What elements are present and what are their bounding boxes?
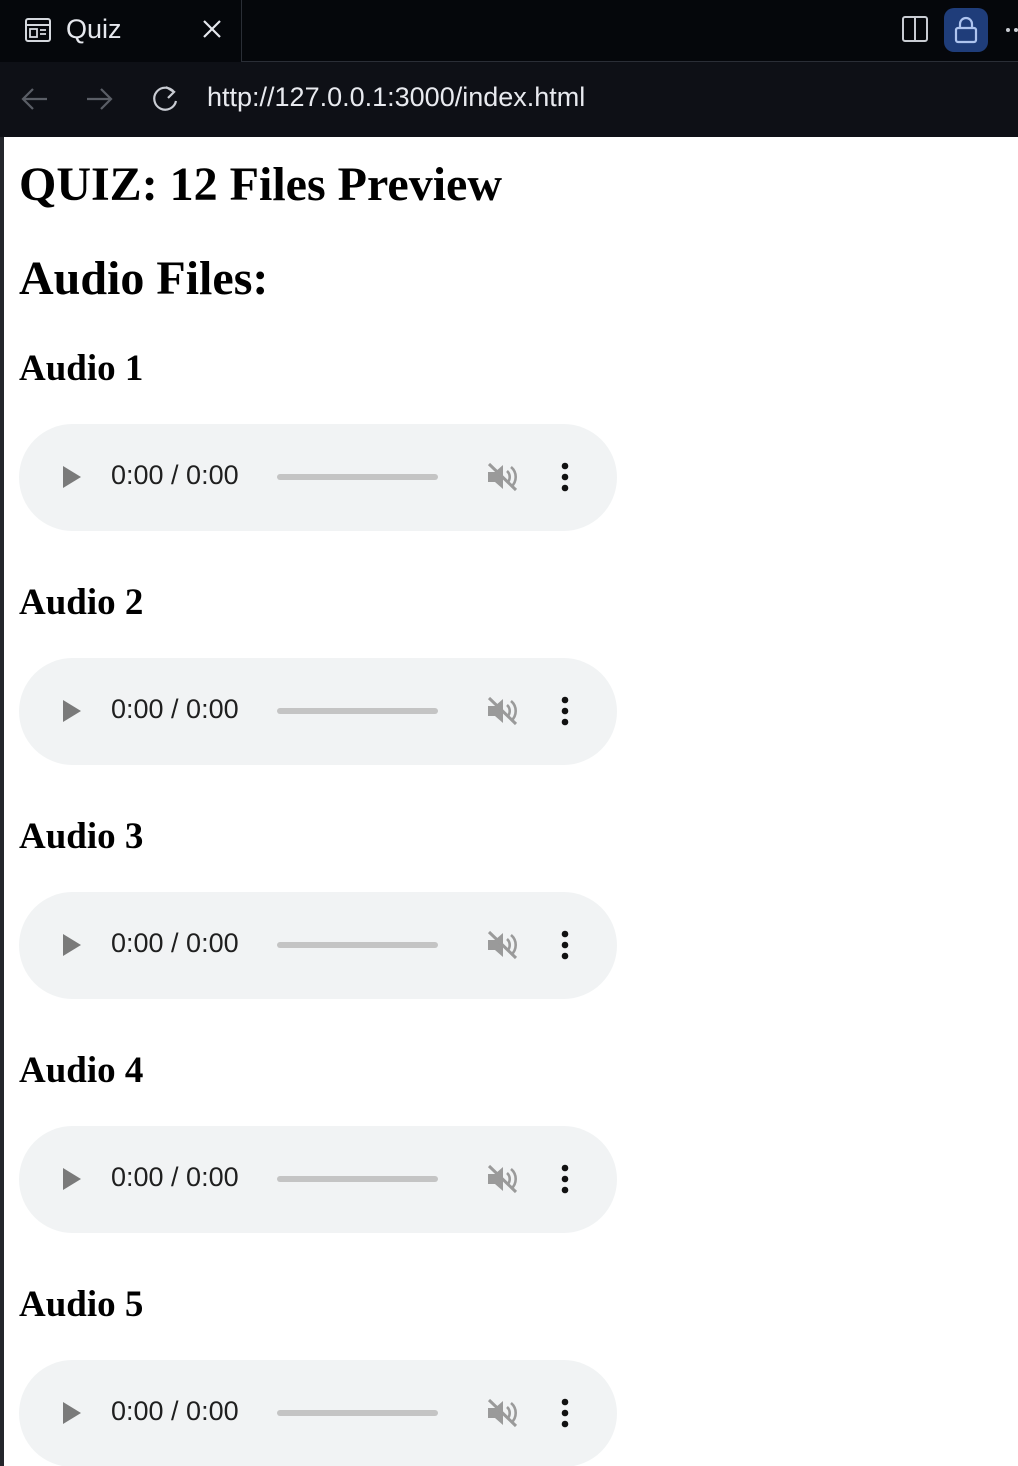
audio-player[interactable]: 0:00 / 0:00 <box>19 424 617 531</box>
lock-icon <box>954 16 978 44</box>
seek-bar[interactable] <box>277 942 438 948</box>
arrow-left-icon[interactable] <box>18 82 52 116</box>
arrow-right-icon[interactable] <box>82 82 116 116</box>
more-vertical-icon[interactable] <box>557 1164 573 1194</box>
volume-muted-icon[interactable] <box>485 930 519 960</box>
audio-label: Audio 5 <box>19 1284 144 1325</box>
volume-muted-icon[interactable] <box>485 696 519 726</box>
seek-bar[interactable] <box>277 474 438 480</box>
address-bar: http://127.0.0.1:3000/index.html <box>0 62 1018 137</box>
url-field[interactable]: http://127.0.0.1:3000/index.html <box>207 82 585 113</box>
audio-player[interactable]: 0:00 / 0:00 <box>19 892 617 999</box>
audio-time: 0:00 / 0:00 <box>111 460 239 490</box>
play-icon[interactable] <box>61 932 83 958</box>
page-title: QUIZ: 12 Files Preview <box>19 158 503 211</box>
split-view-icon[interactable] <box>900 14 930 44</box>
audio-player[interactable]: 0:00 / 0:00 <box>19 1126 617 1233</box>
audio-label: Audio 3 <box>19 816 144 857</box>
seek-bar[interactable] <box>277 708 438 714</box>
more-vertical-icon[interactable] <box>557 930 573 960</box>
lock-button[interactable] <box>944 8 988 52</box>
volume-muted-icon[interactable] <box>485 462 519 492</box>
volume-muted-icon[interactable] <box>485 1164 519 1194</box>
tab-bar: Quiz <box>0 0 1018 62</box>
volume-muted-icon[interactable] <box>485 1398 519 1428</box>
audio-time: 0:00 / 0:00 <box>111 694 239 724</box>
audio-time: 0:00 / 0:00 <box>111 928 239 958</box>
page-layout-icon <box>25 18 51 42</box>
audio-time: 0:00 / 0:00 <box>111 1162 239 1192</box>
audio-label: Audio 4 <box>19 1050 144 1091</box>
more-vertical-icon[interactable] <box>557 1398 573 1428</box>
seek-bar[interactable] <box>277 1410 438 1416</box>
window-edge <box>0 137 4 1466</box>
seek-bar[interactable] <box>277 1176 438 1182</box>
audio-player[interactable]: 0:00 / 0:00 <box>19 1360 617 1466</box>
audio-label: Audio 1 <box>19 348 144 389</box>
close-icon[interactable] <box>200 17 224 41</box>
more-horizontal-icon[interactable] <box>1000 20 1018 40</box>
reload-icon[interactable] <box>148 82 182 116</box>
audio-label: Audio 2 <box>19 582 144 623</box>
play-icon[interactable] <box>61 1166 83 1192</box>
tab-title: Quiz <box>66 14 122 44</box>
play-icon[interactable] <box>61 1400 83 1426</box>
more-vertical-icon[interactable] <box>557 462 573 492</box>
audio-time: 0:00 / 0:00 <box>111 1396 239 1426</box>
browser-tab[interactable]: Quiz <box>0 0 242 62</box>
play-icon[interactable] <box>61 464 83 490</box>
more-vertical-icon[interactable] <box>557 696 573 726</box>
play-icon[interactable] <box>61 698 83 724</box>
audio-player[interactable]: 0:00 / 0:00 <box>19 658 617 765</box>
section-title: Audio Files: <box>19 252 269 305</box>
